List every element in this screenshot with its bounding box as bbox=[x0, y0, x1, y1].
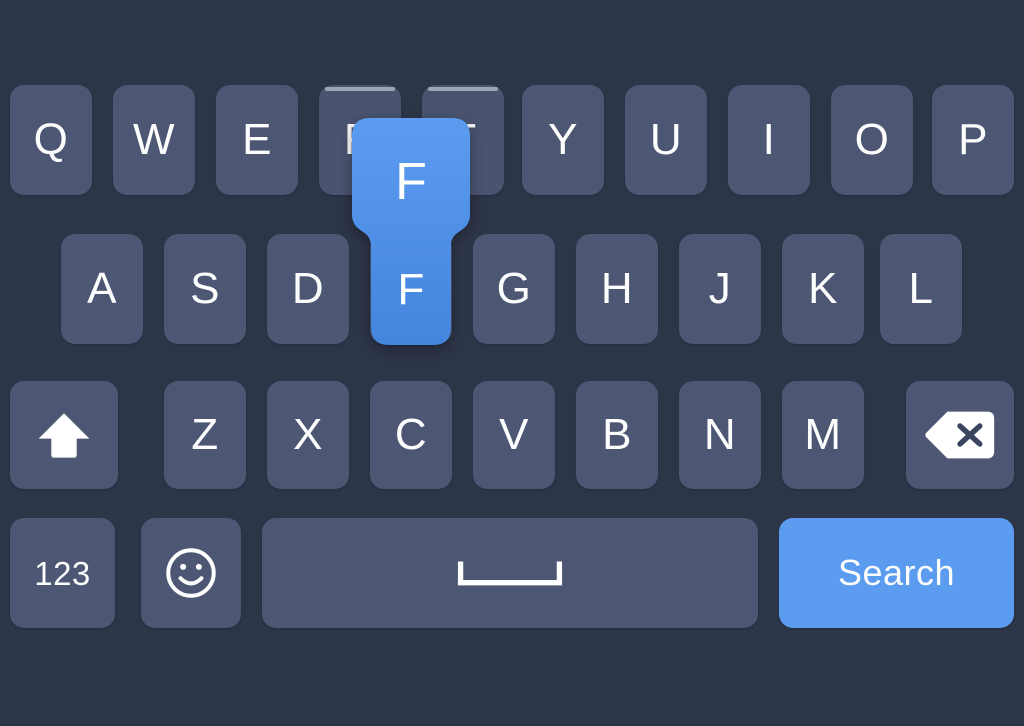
key-search-label: Search bbox=[837, 552, 956, 593]
key-search[interactable]: Search bbox=[779, 518, 1014, 628]
on-screen-keyboard: QWERTYUIOPASDFGHJKL ZXCVBNM 123 Search bbox=[0, 0, 1024, 726]
row-function: 123 Search bbox=[0, 0, 1024, 726]
spacebar-icon bbox=[456, 558, 564, 588]
key-space[interactable] bbox=[262, 518, 758, 628]
emoji-smiley-icon bbox=[163, 545, 219, 601]
key-numeric-mode-label: 123 bbox=[34, 554, 91, 592]
key-emoji[interactable] bbox=[141, 518, 241, 628]
key-numeric-mode[interactable]: 123 bbox=[10, 518, 115, 628]
